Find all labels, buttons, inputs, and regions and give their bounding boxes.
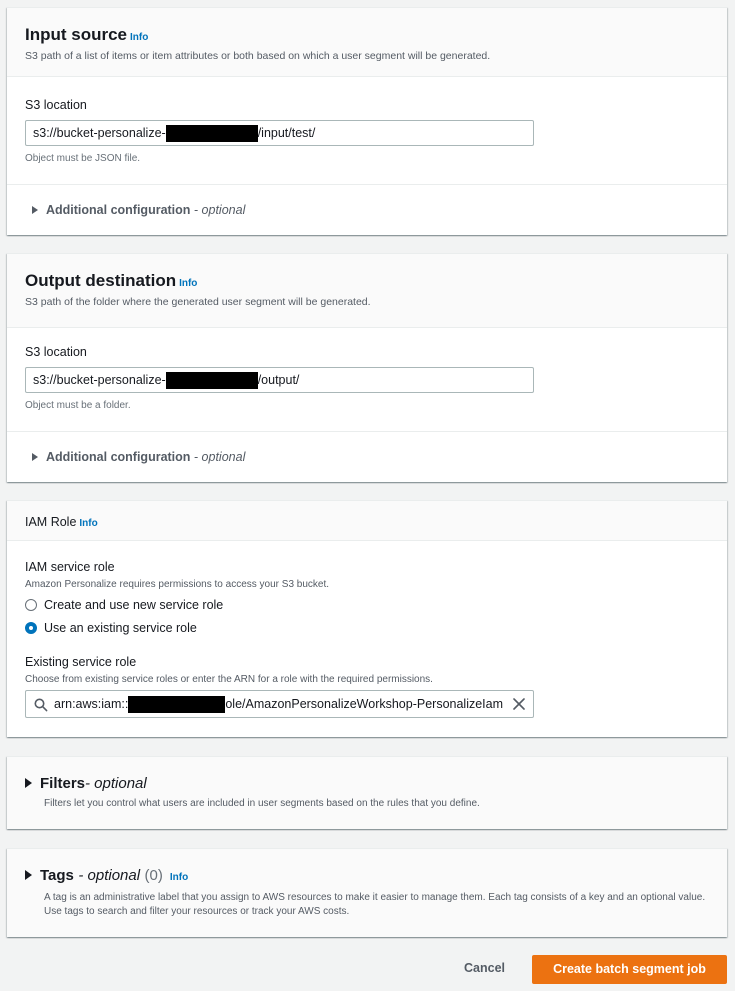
- input-s3-prefix: s3://bucket-personalize-: [33, 126, 166, 140]
- input-source-header: Input source Info S3 path of a list of it…: [7, 8, 727, 77]
- search-icon: [34, 698, 48, 712]
- cancel-button[interactable]: Cancel: [464, 961, 505, 975]
- filters-optional: - optional: [85, 775, 147, 792]
- iam-service-role-label: IAM service role: [25, 560, 115, 574]
- output-s3-hint: Object must be a folder.: [25, 400, 131, 411]
- output-additional-config-toggle[interactable]: Additional configuration - optional: [32, 450, 245, 464]
- input-source-description: S3 path of a list of items or item attri…: [25, 50, 491, 62]
- iam-service-role-description: Amazon Personalize requires permissions …: [25, 579, 330, 590]
- output-destination-panel: Output destination Info S3 path of the fo…: [7, 253, 727, 482]
- input-additional-config-toggle[interactable]: Additional configuration - optional: [32, 203, 245, 217]
- filters-description: Filters let you control what users are i…: [44, 798, 480, 809]
- redacted-account-id: [128, 696, 226, 714]
- output-s3-label: S3 location: [25, 345, 87, 359]
- input-source-panel: Input source Info S3 path of a list of it…: [7, 7, 727, 235]
- existing-role-label: Existing service role: [25, 655, 137, 669]
- input-source-title: Input source: [25, 25, 128, 44]
- divider: [7, 431, 727, 432]
- filters-panel: Filters- optional Filters let you contro…: [7, 756, 727, 829]
- output-destination-info-link[interactable]: Info: [179, 278, 197, 289]
- radio-unchecked-icon: [25, 599, 37, 611]
- input-additional-config-optional: - optional: [193, 203, 246, 217]
- output-destination-header: Output destination Info S3 path of the fo…: [7, 254, 727, 328]
- tags-description: A tag is an administrative label that yo…: [44, 892, 706, 917]
- tags-optional: - optional: [78, 867, 141, 884]
- input-s3-location-field[interactable]: s3://bucket-personalize- /input/test/: [25, 120, 534, 146]
- redacted-bucket-name: [165, 125, 258, 143]
- iam-role-info-link[interactable]: Info: [79, 518, 97, 529]
- tags-count: (0): [144, 867, 163, 884]
- output-destination-description: S3 path of the folder where the generate…: [25, 296, 371, 308]
- create-batch-segment-job-button[interactable]: Create batch segment job: [532, 955, 727, 984]
- caret-right-icon: [25, 869, 32, 880]
- output-s3-suffix: /output/: [257, 373, 300, 387]
- iam-role-panel: IAM Role Info IAM service role Amazon Per…: [7, 500, 727, 737]
- filters-title: Filters: [40, 775, 86, 792]
- tags-info-link[interactable]: Info: [170, 872, 188, 883]
- iam-role-header: IAM Role Info: [7, 501, 727, 541]
- input-source-info-link[interactable]: Info: [130, 32, 148, 43]
- input-additional-config-label: Additional configuration: [46, 203, 191, 217]
- output-destination-title: Output destination: [25, 271, 177, 290]
- radio-create-new-role-label: Create and use new service role: [44, 598, 224, 612]
- radio-use-existing-role-label: Use an existing service role: [44, 621, 197, 635]
- tags-panel: Tags - optional (0) Info A tag is an admi…: [7, 848, 727, 937]
- tags-toggle[interactable]: Tags - optional (0) Info: [25, 867, 188, 885]
- input-s3-hint: Object must be JSON file.: [25, 153, 141, 164]
- radio-create-new-role[interactable]: Create and use new service role: [25, 598, 223, 612]
- arn-suffix: ole/AmazonPersonalizeWorkshop-Personaliz…: [225, 697, 504, 711]
- input-s3-suffix: /input/test/: [257, 126, 316, 140]
- divider: [7, 184, 727, 185]
- clear-icon[interactable]: [513, 698, 525, 710]
- input-s3-label: S3 location: [25, 98, 87, 112]
- caret-right-icon: [32, 452, 38, 461]
- output-s3-location-field[interactable]: s3://bucket-personalize- /output/: [25, 367, 534, 393]
- arn-prefix: arn:aws:iam::: [54, 697, 129, 711]
- existing-role-search-field[interactable]: arn:aws:iam:: ole/AmazonPersonalizeWorksh…: [25, 690, 534, 718]
- existing-role-description: Choose from existing service roles or en…: [25, 674, 433, 685]
- output-s3-prefix: s3://bucket-personalize-: [33, 373, 166, 387]
- caret-right-icon: [32, 205, 38, 214]
- iam-role-title: IAM Role: [25, 515, 77, 529]
- redacted-bucket-name: [165, 372, 258, 390]
- output-additional-config-label: Additional configuration: [46, 450, 191, 464]
- tags-title: Tags: [40, 867, 74, 884]
- caret-right-icon: [25, 777, 32, 788]
- filters-toggle[interactable]: Filters- optional: [25, 775, 147, 793]
- output-additional-config-optional: - optional: [193, 450, 246, 464]
- radio-checked-icon: [25, 622, 37, 634]
- radio-use-existing-role[interactable]: Use an existing service role: [25, 621, 197, 635]
